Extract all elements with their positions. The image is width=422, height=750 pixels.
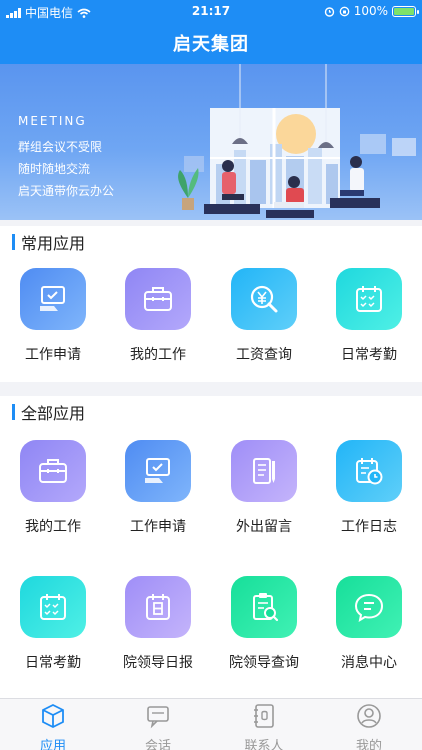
orientation-lock-icon [339, 6, 350, 16]
section-title: 全部应用 [21, 404, 86, 423]
app-daily-attendance[interactable]: 日常考勤 [0, 576, 106, 672]
bottom-tab-bar: 应用 会话 联系人 我的 [0, 698, 422, 750]
briefcase-icon [20, 440, 86, 502]
calendar-check-icon [20, 576, 86, 638]
all-apps-header: 全部应用 [12, 402, 86, 423]
tab-contacts[interactable]: 联系人 [224, 703, 304, 750]
battery-percent: 100% [353, 4, 388, 18]
top-header: 中国电信 21:17 100% 启天集团 [0, 0, 422, 64]
chat-icon [147, 706, 169, 729]
app-message-center[interactable]: 消息中心 [316, 576, 422, 672]
status-bar: 中国电信 21:17 100% [0, 0, 422, 22]
all-apps-section: 全部应用 我的工作 工作申请 外出留言 工作日志 日常考勤 院领导日报 院领导查… [0, 396, 422, 698]
briefcase-icon [125, 268, 191, 330]
notebook-pen-icon [231, 440, 297, 502]
app-work-apply[interactable]: 工作申请 [105, 440, 211, 536]
contacts-book-icon [254, 704, 274, 728]
calendar-check-icon [336, 268, 402, 330]
form-check-icon [20, 268, 86, 330]
calendar-clock-icon [336, 440, 402, 502]
app-work-log[interactable]: 工作日志 [316, 440, 422, 536]
tab-chat[interactable]: 会话 [118, 703, 198, 750]
tab-apps[interactable]: 应用 [13, 703, 93, 750]
chat-bubble-icon [336, 576, 402, 638]
common-apps-header: 常用应用 [12, 232, 86, 253]
banner-line-2: 随时随地交流 [18, 162, 91, 176]
app-salary-query[interactable]: 工资查询 [211, 268, 317, 364]
common-apps-section: 常用应用 工作申请 我的工作 工资查询 日常考勤 [0, 226, 422, 382]
user-icon [357, 704, 381, 728]
banner-heading: MEETING [18, 114, 87, 128]
app-outing-message[interactable]: 外出留言 [211, 440, 317, 536]
app-leader-daily-report[interactable]: 院领导日报 [105, 576, 211, 672]
tab-me[interactable]: 我的 [329, 703, 409, 750]
banner-line-3: 启天通带你云办公 [18, 184, 115, 198]
meeting-illustration [178, 64, 416, 218]
app-my-work[interactable]: 我的工作 [0, 440, 106, 536]
alarm-icon [324, 6, 334, 17]
form-check-icon [125, 440, 191, 502]
page-title: 启天集团 [173, 34, 249, 55]
yuan-search-icon [231, 268, 297, 330]
battery-icon [392, 5, 419, 17]
app-leader-query[interactable]: 院领导查询 [211, 576, 317, 672]
promo-banner[interactable]: MEETING 群组会议不受限 随时随地交流 启天通带你云办公 [0, 64, 422, 220]
clipboard-search-icon [231, 576, 297, 638]
cube-icon [42, 703, 64, 729]
app-my-work[interactable]: 我的工作 [105, 268, 211, 364]
app-work-apply[interactable]: 工作申请 [0, 268, 106, 364]
app-daily-attendance[interactable]: 日常考勤 [316, 268, 422, 364]
calendar-day-icon [125, 576, 191, 638]
section-title: 常用应用 [21, 234, 86, 253]
banner-line-1: 群组会议不受限 [18, 140, 103, 154]
